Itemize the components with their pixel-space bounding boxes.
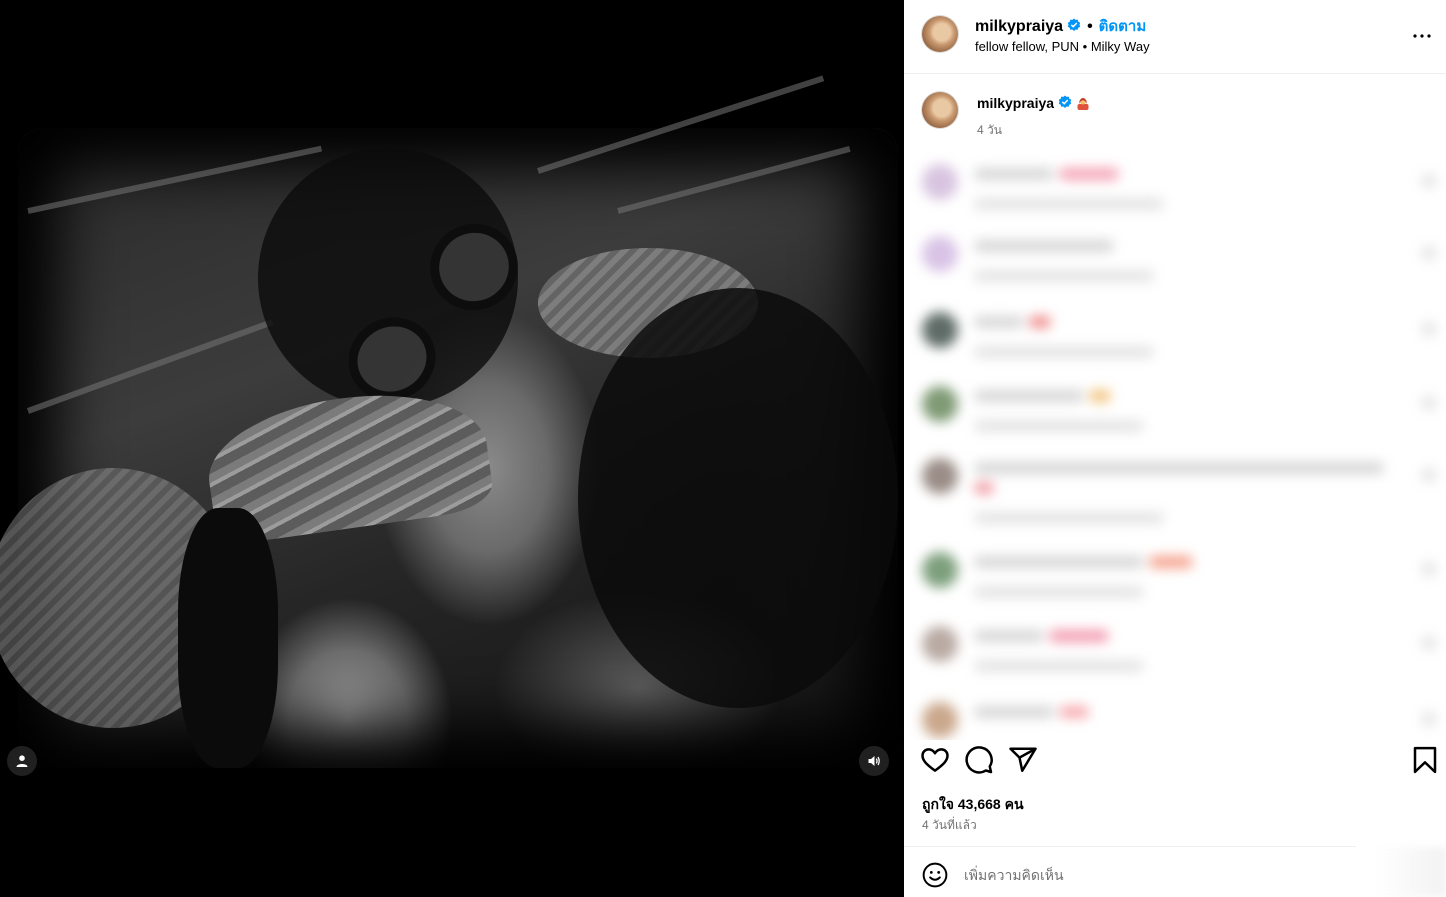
heart-icon bbox=[921, 748, 949, 772]
caption-row: milkypraiya 4 วัน bbox=[904, 74, 1446, 144]
post-media[interactable] bbox=[0, 0, 904, 897]
share-button[interactable] bbox=[1008, 745, 1038, 775]
comment-button[interactable] bbox=[964, 745, 994, 775]
more-options-button[interactable] bbox=[1410, 24, 1434, 48]
paper-plane-icon bbox=[1009, 747, 1037, 772]
meta-separator: • bbox=[1079, 39, 1091, 54]
like-button[interactable] bbox=[920, 745, 950, 775]
smiley-icon bbox=[922, 862, 948, 888]
comment-item[interactable] bbox=[904, 158, 1446, 218]
post-header: milkypraiya • ติดตาม fellow fellow, PUN • … bbox=[904, 0, 1446, 74]
username-link[interactable]: milkypraiya bbox=[975, 18, 1063, 35]
user-tag-icon bbox=[16, 755, 28, 767]
comment-item[interactable] bbox=[904, 380, 1446, 440]
likes-count[interactable]: ถูกใจ 43,668 คน bbox=[922, 794, 1024, 816]
bookmark-icon bbox=[1413, 746, 1437, 774]
post-comment-button[interactable] bbox=[1374, 847, 1446, 897]
comment-item[interactable] bbox=[904, 546, 1446, 606]
sound-toggle-button[interactable] bbox=[859, 746, 889, 776]
comment-item[interactable] bbox=[904, 230, 1446, 290]
verified-badge-icon bbox=[1058, 95, 1072, 108]
comment-item[interactable] bbox=[904, 306, 1446, 366]
caption-username-row: milkypraiya bbox=[977, 95, 1090, 111]
add-comment-bar bbox=[904, 847, 1446, 897]
user-tags-button[interactable] bbox=[7, 746, 37, 776]
avatar[interactable] bbox=[922, 16, 958, 52]
post-sidebar: milkypraiya • ติดตาม fellow fellow, PUN • … bbox=[904, 0, 1446, 897]
verified-badge-icon bbox=[1067, 18, 1081, 31]
emoji-button[interactable] bbox=[922, 862, 948, 888]
post-date[interactable]: 4 วันที่แล้ว bbox=[922, 816, 977, 835]
comments-list[interactable] bbox=[904, 150, 1446, 740]
follow-button[interactable]: ติดตาม bbox=[1099, 18, 1147, 35]
comment-item[interactable] bbox=[904, 620, 1446, 680]
caption-timestamp: 4 วัน bbox=[977, 123, 1002, 137]
caption-avatar[interactable] bbox=[922, 92, 958, 128]
header-username-row: milkypraiya • ติดตาม bbox=[975, 14, 1146, 38]
speaker-icon bbox=[868, 756, 880, 766]
audio-link[interactable]: fellow fellow, PUN bbox=[975, 39, 1079, 54]
post-meta: fellow fellow, PUN • Milky Way bbox=[975, 39, 1150, 54]
location-link[interactable]: Milky Way bbox=[1091, 39, 1150, 54]
person-emoji-icon bbox=[1077, 97, 1089, 110]
speech-bubble-icon bbox=[965, 746, 993, 774]
caption-username-link[interactable]: milkypraiya bbox=[977, 95, 1054, 111]
post-actions bbox=[904, 745, 1446, 779]
comment-item[interactable] bbox=[904, 452, 1446, 536]
more-horizontal-icon bbox=[1413, 34, 1431, 38]
comment-input[interactable] bbox=[962, 859, 1406, 891]
save-button[interactable] bbox=[1410, 745, 1440, 775]
post-photo bbox=[0, 75, 898, 768]
comment-item[interactable] bbox=[904, 696, 1446, 740]
separator-dot: • bbox=[1087, 18, 1093, 35]
